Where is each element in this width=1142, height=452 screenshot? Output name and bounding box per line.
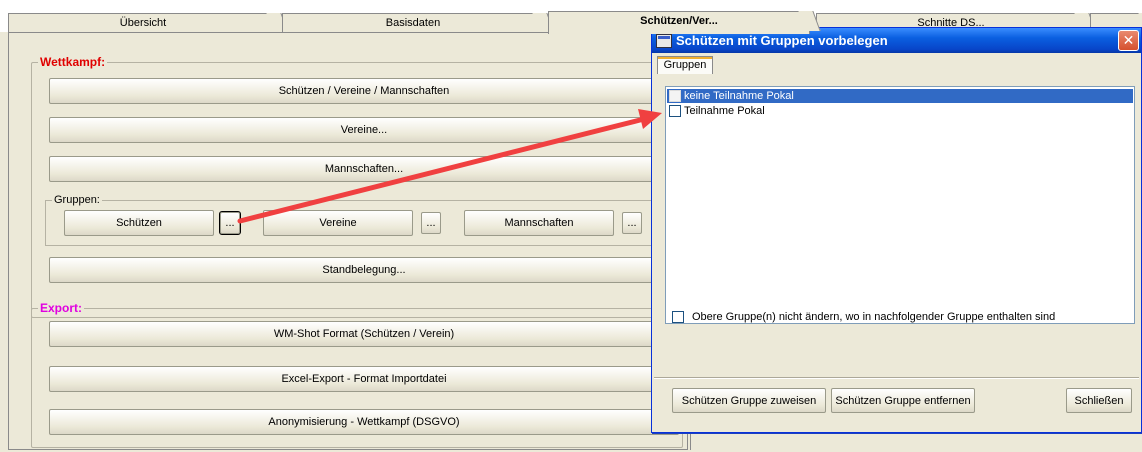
obere-gruppen-label: Obere Gruppe(n) nicht ändern, wo in nach… bbox=[692, 311, 1056, 323]
dialog-title: Schützen mit Gruppen vorbelegen bbox=[676, 33, 888, 48]
schliessen-button[interactable]: Schließen bbox=[1066, 388, 1132, 413]
tab-schuetzen[interactable]: Schützen/Ver... bbox=[548, 11, 810, 34]
schuetzen-vereine-mannschaften-button[interactable]: Schützen / Vereine / Mannschaften bbox=[49, 78, 679, 104]
tab-content-panel: Wettkampf: Schützen / Vereine / Mannscha… bbox=[8, 32, 688, 450]
standbelegung-button[interactable]: Standbelegung... bbox=[49, 257, 679, 283]
gruppen-mannschaften-more-button[interactable]: ... bbox=[622, 212, 642, 234]
obere-gruppen-checkbox[interactable] bbox=[672, 311, 684, 323]
dialog-separator bbox=[654, 377, 1139, 379]
list-item-label: keine Teilnahme Pokal bbox=[684, 90, 794, 102]
export-legend: Export: bbox=[38, 301, 84, 315]
excel-export-button[interactable]: Excel-Export - Format Importdatei bbox=[49, 366, 679, 392]
window-app-icon bbox=[656, 33, 672, 48]
vereine-button[interactable]: Vereine... bbox=[49, 117, 679, 143]
checkbox-icon[interactable] bbox=[669, 105, 681, 117]
gruppe-zuweisen-button[interactable]: Schützen Gruppe zuweisen bbox=[672, 388, 826, 413]
gruppen-vereine-more-button[interactable]: ... bbox=[421, 212, 441, 234]
anonymisierung-button[interactable]: Anonymisierung - Wettkampf (DSGVO) bbox=[49, 409, 679, 435]
wmshot-export-button[interactable]: WM-Shot Format (Schützen / Verein) bbox=[49, 321, 679, 347]
mannschaften-button[interactable]: Mannschaften... bbox=[49, 156, 679, 182]
obere-gruppen-option[interactable]: Obere Gruppe(n) nicht ändern, wo in nach… bbox=[670, 311, 1055, 323]
main-window: Übersicht Basisdaten Schützen/Ver... Sch… bbox=[0, 0, 1142, 452]
wettkampf-legend: Wettkampf: bbox=[38, 55, 108, 69]
list-item[interactable]: Teilnahme Pokal bbox=[667, 104, 1133, 118]
gruppen-mannschaften-button[interactable]: Mannschaften bbox=[464, 210, 614, 236]
tab-gruppen[interactable]: Gruppen bbox=[657, 56, 713, 74]
gruppen-schuetzen-button[interactable]: Schützen bbox=[64, 210, 214, 236]
gruppen-legend: Gruppen: bbox=[52, 194, 102, 206]
list-item-label: Teilnahme Pokal bbox=[684, 105, 765, 117]
gruppen-vereine-button[interactable]: Vereine bbox=[263, 210, 413, 236]
gruppe-entfernen-button[interactable]: Schützen Gruppe entfernen bbox=[831, 388, 975, 413]
gruppen-schuetzen-more-button[interactable]: ... bbox=[219, 211, 241, 235]
list-item[interactable]: keine Teilnahme Pokal bbox=[667, 89, 1133, 103]
checkbox-icon[interactable] bbox=[669, 90, 681, 102]
tab-basisdaten[interactable]: Basisdaten bbox=[282, 13, 544, 33]
gruppen-listbox[interactable]: keine Teilnahme Pokal Teilnahme Pokal bbox=[665, 86, 1135, 324]
tab-uebersicht[interactable]: Übersicht bbox=[8, 13, 278, 33]
close-icon[interactable]: ✕ bbox=[1118, 30, 1139, 51]
gruppen-dialog: Schützen mit Gruppen vorbelegen ✕ Gruppe… bbox=[651, 27, 1142, 433]
